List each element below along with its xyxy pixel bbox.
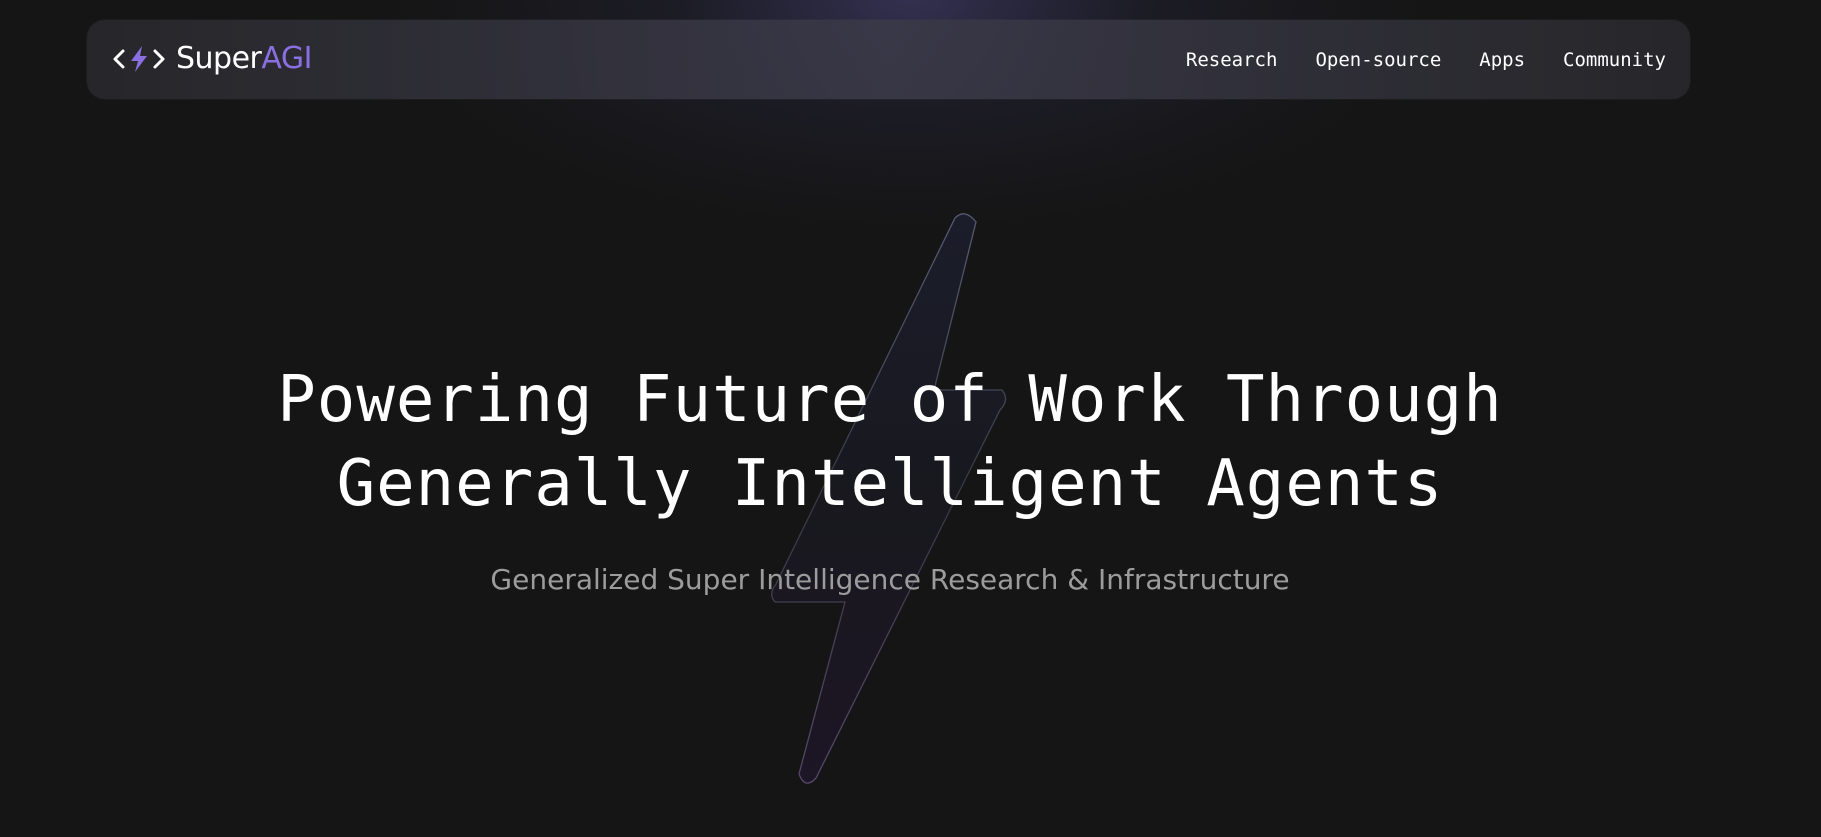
nav-item-community[interactable]: Community xyxy=(1563,49,1666,71)
brand-logo[interactable]: SuperAGI xyxy=(112,39,312,79)
hero-subtitle: Generalized Super Intelligence Research … xyxy=(490,563,1290,596)
hero-title: Powering Future of Work Through Generall… xyxy=(0,358,1780,526)
brand-name-accent: AGI xyxy=(261,41,312,76)
nav-menu: Research Open-source Apps Community xyxy=(1186,20,1666,99)
brand-name: SuperAGI xyxy=(176,39,312,79)
top-navbar: SuperAGI Research Open-source Apps Commu… xyxy=(87,20,1690,99)
hero-title-line-1: Powering Future of Work Through xyxy=(277,363,1503,437)
nav-item-research[interactable]: Research xyxy=(1186,49,1278,71)
brand-name-primary: Super xyxy=(176,41,262,76)
nav-item-apps[interactable]: Apps xyxy=(1479,49,1525,71)
code-bolt-icon xyxy=(113,46,165,72)
hero-title-line-2: Generally Intelligent Agents xyxy=(336,447,1444,521)
nav-item-open-source[interactable]: Open-source xyxy=(1315,49,1441,71)
